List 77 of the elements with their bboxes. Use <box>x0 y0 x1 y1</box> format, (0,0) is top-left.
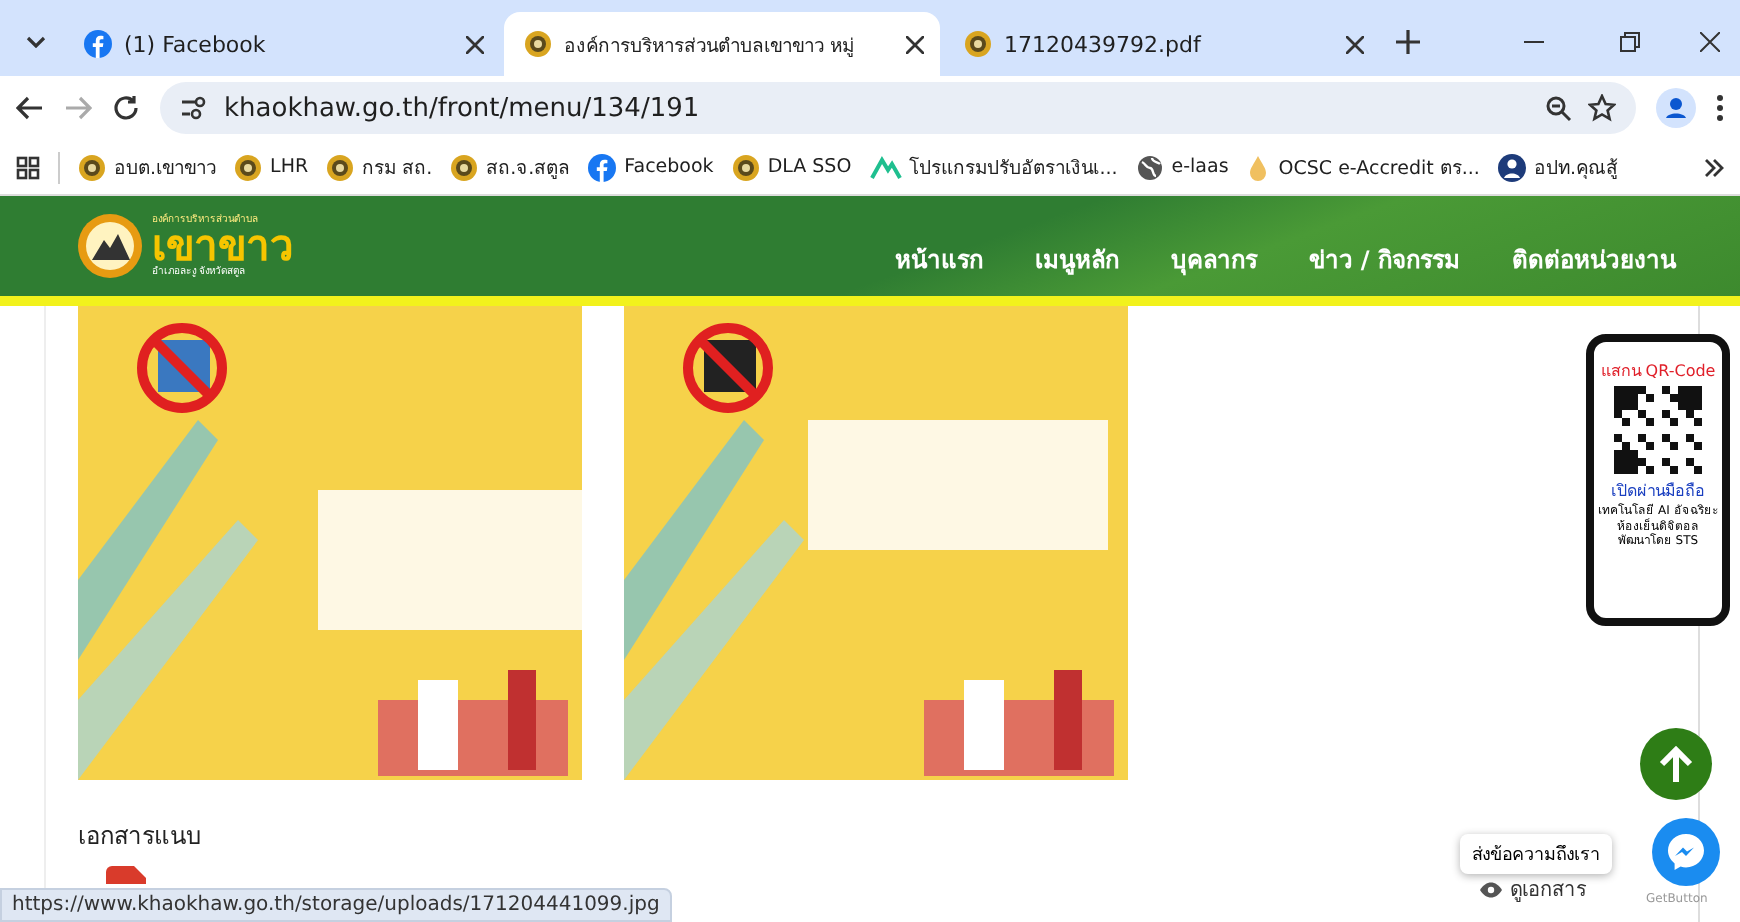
browser-tab[interactable]: องค์การบริหารส่วนตำบลเขาขาว หมู่ <box>504 12 940 76</box>
minimize-icon <box>1524 40 1544 44</box>
close-icon <box>1700 32 1720 52</box>
seal-icon <box>234 153 263 181</box>
globe-icon <box>1135 153 1164 181</box>
qr-card-title: แสกน QR-Code <box>1600 362 1716 383</box>
back-to-top-button[interactable] <box>1640 728 1712 800</box>
status-url: https://www.khaokhaw.go.th/storage/uploads/171204441099.jpg <box>0 888 672 922</box>
profile-icon[interactable] <box>1656 88 1696 128</box>
apps-grid-icon[interactable] <box>16 155 40 179</box>
bookmark[interactable]: Facebook <box>588 153 714 181</box>
bookmark-label: โปรแกรมปรับอัตราเงินเ... <box>909 154 1118 182</box>
logo-text: เขาขาว <box>152 225 294 267</box>
zoom-icon[interactable] <box>1546 95 1572 121</box>
reload-icon[interactable] <box>112 94 140 122</box>
eye-icon <box>1480 881 1502 897</box>
flame-icon <box>1246 153 1271 181</box>
close-icon[interactable] <box>1346 35 1364 53</box>
tab-title: องค์การบริหารส่วนตำบลเขาขาว หมู่ <box>564 33 857 59</box>
bookmark-label: e-laas <box>1171 156 1229 178</box>
chevron-logo-icon <box>869 153 902 181</box>
bookmark-label: อปท.คุณสู้ <box>1533 156 1618 182</box>
bookmark[interactable]: e-laas <box>1135 153 1229 181</box>
bookmark-label: LHR <box>270 156 309 178</box>
tab-title: 17120439792.pdf <box>1004 31 1204 57</box>
nav-link[interactable]: เมนูหลัก <box>1034 240 1119 278</box>
site-settings-icon <box>180 96 208 120</box>
nav-link[interactable]: บุคลากร <box>1170 240 1257 278</box>
arrow-up-icon <box>1658 744 1694 784</box>
person-icon <box>1497 153 1526 181</box>
chat-tooltip: ส่งข้อความถึงเรา <box>1460 834 1612 874</box>
nav-link[interactable]: ข่าว / กิจกรรม <box>1308 240 1460 278</box>
messenger-icon <box>1666 832 1706 872</box>
bookmark-label: อบต.เขาขาว <box>114 156 217 182</box>
back-icon[interactable] <box>16 96 44 120</box>
messenger-button[interactable] <box>1652 818 1720 886</box>
plus-icon <box>1396 30 1420 54</box>
bookmark[interactable]: DLA SSO <box>731 153 852 181</box>
browser-tab[interactable]: (1) Facebook <box>64 12 500 76</box>
more-icon[interactable] <box>1716 94 1724 122</box>
qr-code-icon <box>1614 386 1702 475</box>
seal-icon <box>964 30 992 58</box>
star-icon[interactable] <box>1588 94 1616 122</box>
seal-icon <box>524 30 552 58</box>
nav-link[interactable]: ติดต่อหน่วยงาน <box>1512 240 1676 278</box>
restore-icon <box>1620 32 1640 52</box>
bookmark[interactable]: OCSC e-Accredit ตร... <box>1246 152 1480 182</box>
facebook-icon <box>588 153 617 181</box>
double-chevron-icon[interactable] <box>1704 157 1724 177</box>
emblem-icon <box>76 212 144 280</box>
tab-title: (1) Facebook <box>124 31 268 57</box>
bookmark-label: Facebook <box>624 156 714 178</box>
bookmark-label: OCSC e-Accredit ตร... <box>1278 156 1480 182</box>
address-bar[interactable]: khaokhaw.go.th/front/menu/134/191 <box>160 82 1636 134</box>
facebook-icon <box>84 30 112 58</box>
chevron-down-icon <box>26 36 46 48</box>
seal-icon <box>78 153 106 181</box>
bookmark-label: กรม สถ. <box>362 156 433 182</box>
bookmark-label: DLA SSO <box>767 156 852 178</box>
close-icon[interactable] <box>466 35 484 53</box>
bookmark[interactable]: สถ.จ.สตูล <box>450 152 571 182</box>
nav-link[interactable]: หน้าแรก <box>894 240 983 278</box>
url-text: khaokhaw.go.th/front/menu/134/191 <box>224 93 702 123</box>
pdf-file-icon <box>106 866 146 884</box>
qr-card-subtitle: เปิดผ่านมือถือ <box>1611 482 1705 503</box>
bookmark[interactable]: โปรแกรมปรับอัตราเงินเ... <box>869 152 1118 182</box>
bookmark[interactable]: อบต.เขาขาว <box>78 152 217 182</box>
bookmark-label: สถ.จ.สตูล <box>486 156 571 182</box>
bookmark[interactable]: อปท.คุณสู้ <box>1497 152 1618 182</box>
close-icon[interactable] <box>906 35 924 53</box>
bookmark[interactable]: LHR <box>234 153 309 181</box>
bookmark[interactable]: กรม สถ. <box>326 152 433 182</box>
browser-tab[interactable]: 17120439792.pdf <box>944 12 1380 76</box>
seal-icon <box>326 153 355 181</box>
seal-icon <box>450 153 479 181</box>
attachments-heading: เอกสารแนบ <box>78 820 202 854</box>
seal-icon <box>731 153 760 181</box>
